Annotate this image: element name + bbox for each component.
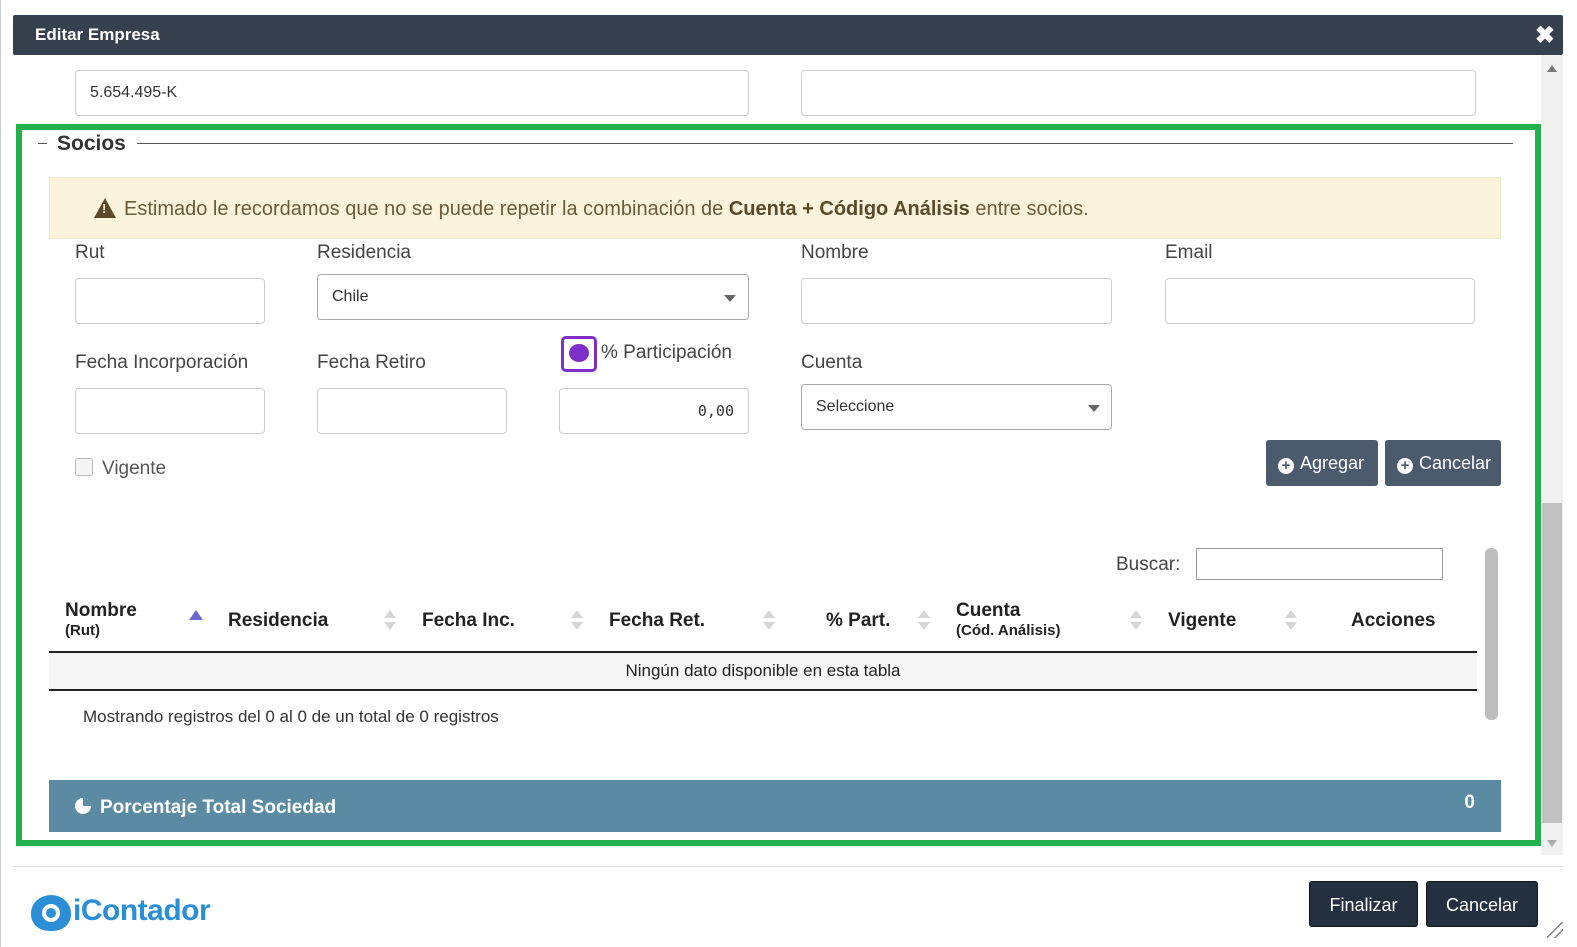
column-cuenta-sub: (Cód. Análisis) [956, 622, 1061, 639]
column-participacion-label: % Part. [826, 610, 891, 631]
email-input[interactable] [1165, 278, 1475, 324]
warning-icon [94, 198, 116, 218]
scrollbar-thumb[interactable] [1542, 503, 1562, 823]
fecha-retiro-input[interactable] [317, 388, 507, 434]
search-label: Buscar: [1116, 554, 1181, 575]
label-participacion: % Participación [601, 342, 732, 363]
plus-circle-icon: + [1278, 458, 1294, 474]
column-vigente-label: Vigente [1168, 610, 1237, 631]
agregar-label: Agregar [1300, 453, 1365, 473]
dialog-title: Editar Empresa [35, 25, 160, 44]
chat-bubble-icon [569, 344, 589, 362]
total-bar-label: Porcentaje Total Sociedad [100, 797, 337, 818]
rut-input[interactable] [75, 278, 265, 324]
warning-alert: Estimado le recordamos que no se puede r… [49, 177, 1501, 239]
pie-chart-icon [75, 798, 91, 814]
warning-text-bold: Cuenta + Código Análisis [728, 198, 970, 220]
warning-text-suffix: entre socios. [975, 198, 1089, 220]
table-footer-border [49, 689, 1477, 691]
close-icon[interactable]: ✖ [1535, 21, 1555, 50]
nombre-input[interactable] [801, 278, 1112, 324]
sort-icon [1285, 610, 1297, 632]
column-fecha-ret-label: Fecha Ret. [609, 610, 706, 631]
column-nombre-sub: (Rut) [65, 622, 100, 639]
residencia-selected-value: Chile [332, 288, 369, 305]
column-acciones-label: Acciones [1351, 610, 1436, 631]
cancelar-socio-label: Cancelar [1419, 453, 1492, 473]
column-fecha-inc[interactable]: Fecha Inc. [422, 610, 515, 632]
resize-grip-icon[interactable] [1547, 922, 1563, 938]
cancelar-button[interactable]: Cancelar [1426, 881, 1538, 927]
table-info: Mostrando registros del 0 al 0 de un tot… [83, 707, 499, 726]
table-empty-row: Ningún dato disponible en esta tabla [49, 653, 1477, 689]
sort-icon [763, 610, 775, 632]
scroll-up-icon[interactable] [1547, 65, 1557, 72]
edit-company-dialog: Editar Empresa ✖ 5.654.495-K Socios Esti… [0, 0, 1577, 947]
column-acciones: Acciones [1351, 610, 1435, 632]
agregar-button[interactable]: + Agregar [1266, 440, 1378, 486]
column-cuenta[interactable]: Cuenta (Cód. Análisis) [956, 600, 1060, 639]
comment-icon-button[interactable] [561, 336, 597, 372]
fieldset-line-left [38, 143, 47, 144]
label-vigente: Vigente [102, 458, 167, 479]
sort-icon [1130, 610, 1142, 632]
sort-icon [918, 610, 930, 632]
company-secondary-field[interactable] [801, 70, 1476, 116]
sort-icon [571, 610, 583, 632]
logo-text: iContador [73, 894, 211, 927]
scroll-down-icon[interactable] [1547, 840, 1557, 847]
label-residencia: Residencia [317, 242, 411, 263]
dialog-scrollbar[interactable] [1541, 55, 1563, 855]
column-residencia-label: Residencia [228, 610, 329, 631]
warning-message: Estimado le recordamos que no se puede r… [124, 178, 1089, 240]
fieldset-line-right [137, 143, 1513, 144]
label-fecha-incorporacion: Fecha Incorporación [75, 352, 249, 373]
column-residencia[interactable]: Residencia [228, 610, 328, 632]
total-bar: Porcentaje Total Sociedad 0 [49, 780, 1501, 832]
footer-divider [13, 866, 1563, 867]
vigente-checkbox[interactable] [75, 458, 93, 476]
label-cuenta: Cuenta [801, 352, 863, 373]
chevron-down-icon [1088, 405, 1100, 412]
sort-asc-icon [189, 610, 203, 620]
search-input[interactable] [1196, 548, 1443, 580]
cancelar-socio-button[interactable]: + Cancelar [1385, 440, 1501, 486]
cuenta-selected-value: Seleccione [816, 398, 895, 415]
participacion-input[interactable]: 0,00 [559, 388, 749, 434]
column-fecha-ret[interactable]: Fecha Ret. [609, 610, 705, 632]
fecha-incorporacion-input[interactable] [75, 388, 265, 434]
label-fecha-retiro: Fecha Retiro [317, 352, 426, 373]
cloud-icon [31, 895, 71, 931]
finalizar-button[interactable]: Finalizar [1309, 881, 1418, 927]
chevron-down-icon [724, 295, 736, 302]
table-scrollbar[interactable] [1485, 548, 1498, 720]
cuenta-select[interactable]: Seleccione [801, 384, 1112, 430]
label-email: Email [1165, 242, 1213, 263]
residencia-select[interactable]: Chile [317, 274, 749, 320]
sort-icon [384, 610, 396, 632]
column-nombre[interactable]: Nombre (Rut) [65, 600, 137, 639]
column-participacion[interactable]: % Part. [826, 610, 890, 632]
column-cuenta-label: Cuenta [956, 600, 1021, 621]
dialog-titlebar: Editar Empresa ✖ [13, 15, 1563, 55]
rut-company-field[interactable]: 5.654.495-K [75, 70, 749, 116]
total-bar-value: 0 [1464, 792, 1475, 813]
socios-legend: Socios [57, 132, 126, 155]
label-rut: Rut [75, 242, 105, 263]
warning-text-prefix: Estimado le recordamos que no se puede r… [124, 198, 724, 220]
column-fecha-inc-label: Fecha Inc. [422, 610, 515, 631]
column-vigente[interactable]: Vigente [1168, 610, 1236, 632]
column-nombre-label: Nombre [65, 600, 137, 621]
plus-circle-icon: + [1397, 458, 1413, 474]
label-nombre: Nombre [801, 242, 869, 263]
